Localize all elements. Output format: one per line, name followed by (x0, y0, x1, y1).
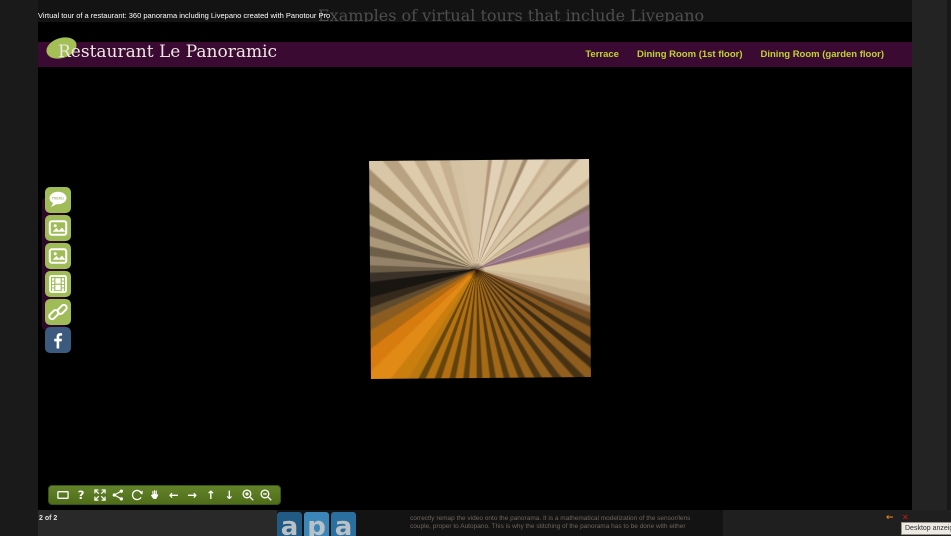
page-right-margin (912, 0, 947, 510)
svg-text:menu: menu (52, 196, 64, 201)
help-icon: ? (74, 488, 88, 502)
arrow-down-icon: ↓ (222, 488, 236, 502)
page-left-margin (0, 0, 38, 536)
film-icon (45, 271, 71, 297)
tour-menu: Terrace Dining Room (1st floor) Dining R… (585, 42, 884, 67)
thumbnails-icon (56, 488, 70, 502)
toolbar-button-thumbnails[interactable] (55, 487, 71, 503)
sidebar-button-photos-1[interactable] (45, 215, 71, 241)
nav-dining-room-1st-floor[interactable]: Dining Room (1st floor) (637, 49, 743, 60)
zoom-in-icon (241, 488, 255, 502)
facebook-icon (45, 327, 71, 353)
sidebar-button-photos-2[interactable] (45, 243, 71, 269)
toolbar-button-share[interactable] (110, 487, 126, 503)
arrow-right-icon: → (185, 488, 199, 502)
close-icon[interactable]: ✕ (902, 513, 909, 522)
toolbar-button-fullscreen[interactable] (92, 487, 108, 503)
share-icon (111, 488, 125, 502)
logo-letter: a (277, 512, 302, 536)
sidebar-button-facebook[interactable] (45, 327, 71, 353)
screen: Examples of virtual tours that include L… (0, 0, 951, 536)
desktop-tooltip: Desktop anzeig (901, 522, 951, 535)
photo-icon (45, 215, 71, 241)
nav-dining-room-garden-floor[interactable]: Dining Room (garden floor) (761, 49, 885, 60)
sidebar: menu (45, 187, 71, 353)
orange-arrow-icon[interactable]: ← (886, 513, 894, 523)
arrow-left-icon: ← (167, 488, 181, 502)
lightbox-counter-bar: 2 of 2 (38, 510, 277, 536)
toolbar-button-left[interactable]: ← (166, 487, 182, 503)
logo-letter: a (331, 512, 356, 536)
speech-bubble-icon: menu (45, 187, 71, 213)
viewer-toolbar: ? ← (48, 485, 281, 505)
panorama-image[interactable] (369, 159, 591, 379)
link-icon (45, 299, 71, 325)
paragraph-line-1: correctly remap the video onto the panor… (410, 515, 740, 523)
photo-icon (45, 243, 71, 269)
toolbar-button-zoom-out[interactable] (258, 487, 274, 503)
toolbar-button-autorotate[interactable] (129, 487, 145, 503)
page-scrollbar-track[interactable] (947, 0, 951, 510)
image-counter: 2 of 2 (39, 515, 57, 522)
panorama-viewer: Restaurant Le Panoramic Terrace Dining R… (38, 22, 912, 510)
nav-terrace[interactable]: Terrace (585, 49, 619, 60)
logo-letter: p (304, 512, 329, 536)
toolbar-button-help[interactable]: ? (73, 487, 89, 503)
pan-hand-icon (148, 488, 162, 502)
arrow-up-icon: ↑ (204, 488, 218, 502)
zoom-out-icon (259, 488, 273, 502)
sidebar-button-link[interactable] (45, 299, 71, 325)
toolbar-button-pan[interactable] (147, 487, 163, 503)
toolbar-button-zoom-in[interactable] (240, 487, 256, 503)
sidebar-button-menu[interactable]: menu (45, 187, 71, 213)
sidebar-button-video[interactable] (45, 271, 71, 297)
page-paragraph: correctly remap the video onto the panor… (410, 515, 740, 531)
lightbox-caption: Virtual tour of a restaurant: 360 panora… (38, 11, 330, 20)
tour-title: Restaurant Le Panoramic (58, 42, 277, 67)
autorotate-icon (130, 488, 144, 502)
apa-logo: a p a (277, 512, 356, 536)
paragraph-line-2: couple, proper to Autopano. This is why … (410, 523, 740, 531)
toolbar-button-up[interactable]: ↑ (203, 487, 219, 503)
toolbar-button-down[interactable]: ↓ (221, 487, 237, 503)
fullscreen-icon (93, 488, 107, 502)
toolbar-button-right[interactable]: → (184, 487, 200, 503)
